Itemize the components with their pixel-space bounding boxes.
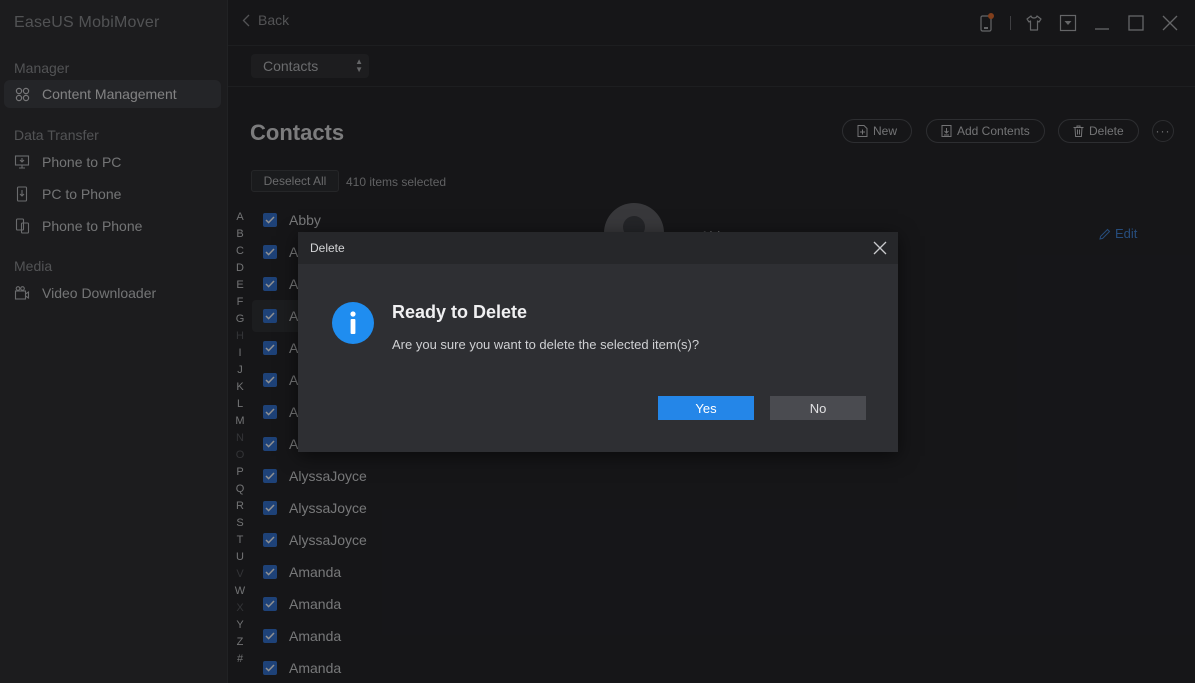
close-icon[interactable] — [872, 240, 888, 256]
no-button[interactable]: No — [770, 396, 866, 420]
dialog-title: Ready to Delete — [392, 302, 528, 322]
dialog-header-title: Delete — [310, 241, 345, 255]
dialog-message: Are you sure you want to delete the sele… — [392, 337, 700, 352]
yes-button[interactable]: Yes — [658, 396, 754, 420]
dialog-header: Delete — [298, 232, 898, 264]
app-window: EaseUS MobiMover Manager Content Managem… — [0, 0, 1195, 683]
delete-dialog: Delete Ready to Delete Are you sure you … — [298, 232, 898, 452]
info-icon — [332, 302, 374, 344]
